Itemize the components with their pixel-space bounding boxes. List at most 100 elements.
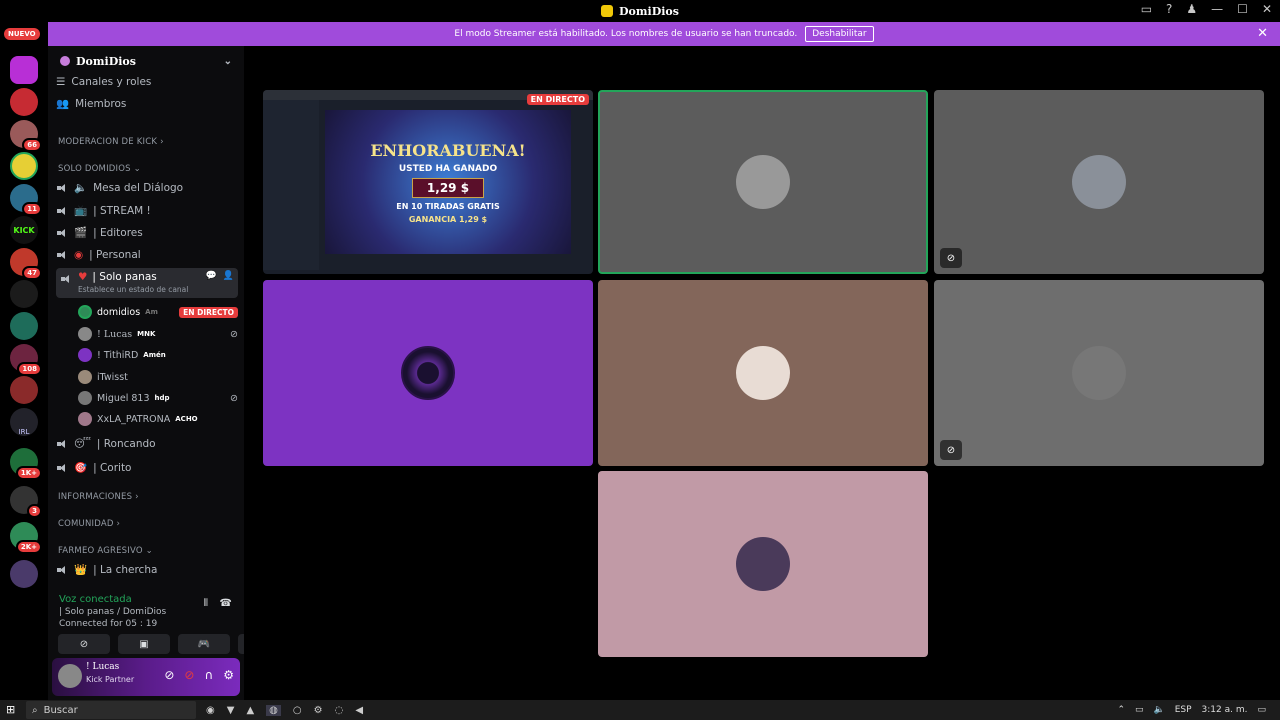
- app-icon[interactable]: ◀: [355, 705, 363, 716]
- language-indicator[interactable]: ESP: [1175, 705, 1192, 715]
- disconnect-icon[interactable]: ☎: [220, 598, 232, 609]
- server-icon[interactable]: [10, 560, 38, 588]
- voice-channel-solo-panas[interactable]: ♥ | Solo panas Establece un estado de can…: [56, 268, 238, 298]
- server-icon[interactable]: 47: [10, 248, 42, 280]
- category-farmeo[interactable]: FARMEO AGRESIVO ⌄: [58, 546, 153, 556]
- gear-icon[interactable]: ⚙: [223, 668, 234, 682]
- category-solo-domidios[interactable]: SOLO DOMIDIOS ⌄: [58, 164, 141, 174]
- network-icon[interactable]: ▭: [1135, 705, 1144, 715]
- speaker-icon: [56, 250, 68, 260]
- help-icon[interactable]: ?: [1166, 2, 1172, 16]
- voice-user[interactable]: ! TithiRD Amén: [78, 348, 238, 362]
- disable-streamer-button[interactable]: Deshabilitar: [805, 26, 874, 42]
- brave-icon[interactable]: ▼: [227, 705, 235, 716]
- casino-sidebar: [263, 100, 319, 270]
- steam-icon[interactable]: ⚙: [314, 705, 323, 716]
- voice-user[interactable]: XxLA_PATRONA ACHO: [78, 412, 238, 426]
- avatar: [78, 305, 92, 319]
- server-icon[interactable]: [10, 152, 38, 180]
- taskbar: ⊞ ⌕ Buscar ◉ ▼ ▲ ◍ ○ ⚙ ◌ ◀ ⌃ ▭ 🔈 ESP 3:1…: [0, 700, 1280, 720]
- channels-roles-item[interactable]: ☰ Canales y roles: [56, 76, 238, 88]
- voice-location[interactable]: | Solo panas / DomiDios: [59, 607, 166, 617]
- voice-user[interactable]: Miguel 813 hdp ⊘: [78, 391, 238, 405]
- voice-channel-mesa[interactable]: 🔈 Mesa del Diálogo: [56, 181, 238, 194]
- server-rail: NUEVO 66 11 KICK 47 108 IRL 1K+ 3 2K+: [0, 22, 48, 700]
- live-badge: EN DIRECTO: [526, 94, 589, 105]
- server-icon[interactable]: [10, 376, 38, 404]
- share-screen-button[interactable]: ▣: [118, 634, 170, 654]
- inbox-icon[interactable]: ▭: [1141, 2, 1152, 16]
- volume-icon[interactable]: 🔈: [1154, 705, 1165, 715]
- app-icon[interactable]: ▲: [246, 705, 254, 716]
- voice-channel-chercha[interactable]: 👑 | La chercha: [56, 563, 238, 576]
- notification-icon[interactable]: ▭: [1257, 705, 1266, 715]
- headphones-icon[interactable]: ∩: [204, 668, 213, 682]
- app-icon[interactable]: ◌: [335, 705, 344, 716]
- voice-user[interactable]: domidios Am EN DIRECTO: [78, 305, 238, 319]
- minimize-button[interactable]: —: [1211, 2, 1223, 16]
- app-icon[interactable]: ○: [293, 705, 302, 716]
- clock[interactable]: 3:12 a. m.: [1202, 705, 1248, 715]
- streamer-mode-banner: El modo Streamer está habilitado. Los no…: [48, 22, 1280, 46]
- server-icon[interactable]: 2K+: [10, 522, 42, 554]
- channel-sidebar: DomiDios ⌄ ☰ Canales y roles 👥 Miembros MO…: [48, 46, 290, 700]
- voice-user[interactable]: ! Lucas MNK ⊘: [78, 327, 238, 341]
- voice-channel-corito[interactable]: 🎯 | Corito: [56, 461, 238, 474]
- add-user-icon[interactable]: 👤: [223, 271, 234, 281]
- members-item[interactable]: 👥 Miembros: [56, 97, 238, 111]
- server-icon[interactable]: 66: [10, 120, 42, 152]
- chat-icon[interactable]: 💬: [206, 271, 217, 281]
- discover-icon[interactable]: ♟: [1186, 2, 1197, 16]
- user-status: Kick Partner: [86, 675, 135, 684]
- soundboard-icon[interactable]: ⫴: [204, 598, 208, 609]
- irl-server-icon[interactable]: IRL: [10, 408, 38, 436]
- server-icon[interactable]: 108: [10, 344, 42, 376]
- voice-status[interactable]: Voz conectada: [59, 594, 132, 605]
- mention-badge: 2K+: [15, 540, 42, 554]
- participant-tile[interactable]: [598, 471, 928, 657]
- participant-tile[interactable]: [598, 90, 928, 274]
- server-icon[interactable]: 11: [10, 184, 42, 216]
- voice-channel-editores[interactable]: 🎬 | Editores: [56, 226, 238, 239]
- speaker-icon: [56, 228, 68, 238]
- kick-server-icon[interactable]: KICK: [10, 216, 38, 244]
- participant-tile[interactable]: ⊘: [934, 90, 1264, 274]
- category-comunidad[interactable]: COMUNIDAD ›: [58, 519, 120, 529]
- stream-tile[interactable]: ENHORABUENA! USTED HA GANADO 1,29 $ EN 1…: [263, 90, 593, 274]
- voice-channel-roncando[interactable]: 😴 | Roncando: [56, 438, 238, 450]
- participant-tile[interactable]: [598, 280, 928, 466]
- speaker-icon: [56, 565, 68, 575]
- avatar: [78, 327, 92, 341]
- taskbar-search[interactable]: ⌕ Buscar: [26, 701, 196, 719]
- server-icon[interactable]: [10, 88, 38, 116]
- members-icon: 👥: [56, 98, 70, 110]
- guild-header[interactable]: DomiDios ⌄: [48, 46, 244, 76]
- camera-off-button[interactable]: ⊘: [58, 634, 110, 654]
- server-icon[interactable]: 1K+: [10, 448, 42, 480]
- avatar[interactable]: [58, 664, 82, 688]
- server-icon[interactable]: [10, 56, 38, 84]
- category-informaciones[interactable]: INFORMACIONES ›: [58, 492, 139, 502]
- user-name[interactable]: ! Lucas: [86, 662, 119, 672]
- server-icon[interactable]: [10, 280, 38, 308]
- channel-status-text[interactable]: Establece un estado de canal: [78, 285, 188, 294]
- category-moderacion[interactable]: MODERACION DE KICK ›: [58, 137, 164, 147]
- discord-icon[interactable]: ◍: [266, 704, 281, 716]
- server-icon[interactable]: [10, 312, 38, 340]
- server-icon[interactable]: 3: [10, 486, 42, 518]
- mic-muted-icon[interactable]: ⊘: [184, 668, 194, 682]
- chevron-up-icon[interactable]: ⌃: [1117, 705, 1125, 715]
- windows-start-icon[interactable]: ⊞: [6, 703, 15, 716]
- maximize-button[interactable]: ☐: [1237, 2, 1248, 16]
- participant-tile[interactable]: [263, 280, 593, 466]
- close-window-button[interactable]: ✕: [1262, 2, 1272, 16]
- voice-user[interactable]: iTwisst: [78, 370, 238, 384]
- close-icon[interactable]: ✕: [1257, 26, 1268, 41]
- camera-off-icon[interactable]: ⊘: [164, 668, 174, 682]
- participant-tile[interactable]: ⊘: [934, 280, 1264, 466]
- voice-channel-personal[interactable]: ◉ | Personal: [56, 249, 238, 261]
- voice-channel-stream[interactable]: 📺 | STREAM !: [56, 204, 238, 217]
- chevron-down-icon[interactable]: ⌄: [224, 56, 232, 67]
- activities-button[interactable]: 🎮: [178, 634, 230, 654]
- chrome-icon[interactable]: ◉: [206, 705, 215, 716]
